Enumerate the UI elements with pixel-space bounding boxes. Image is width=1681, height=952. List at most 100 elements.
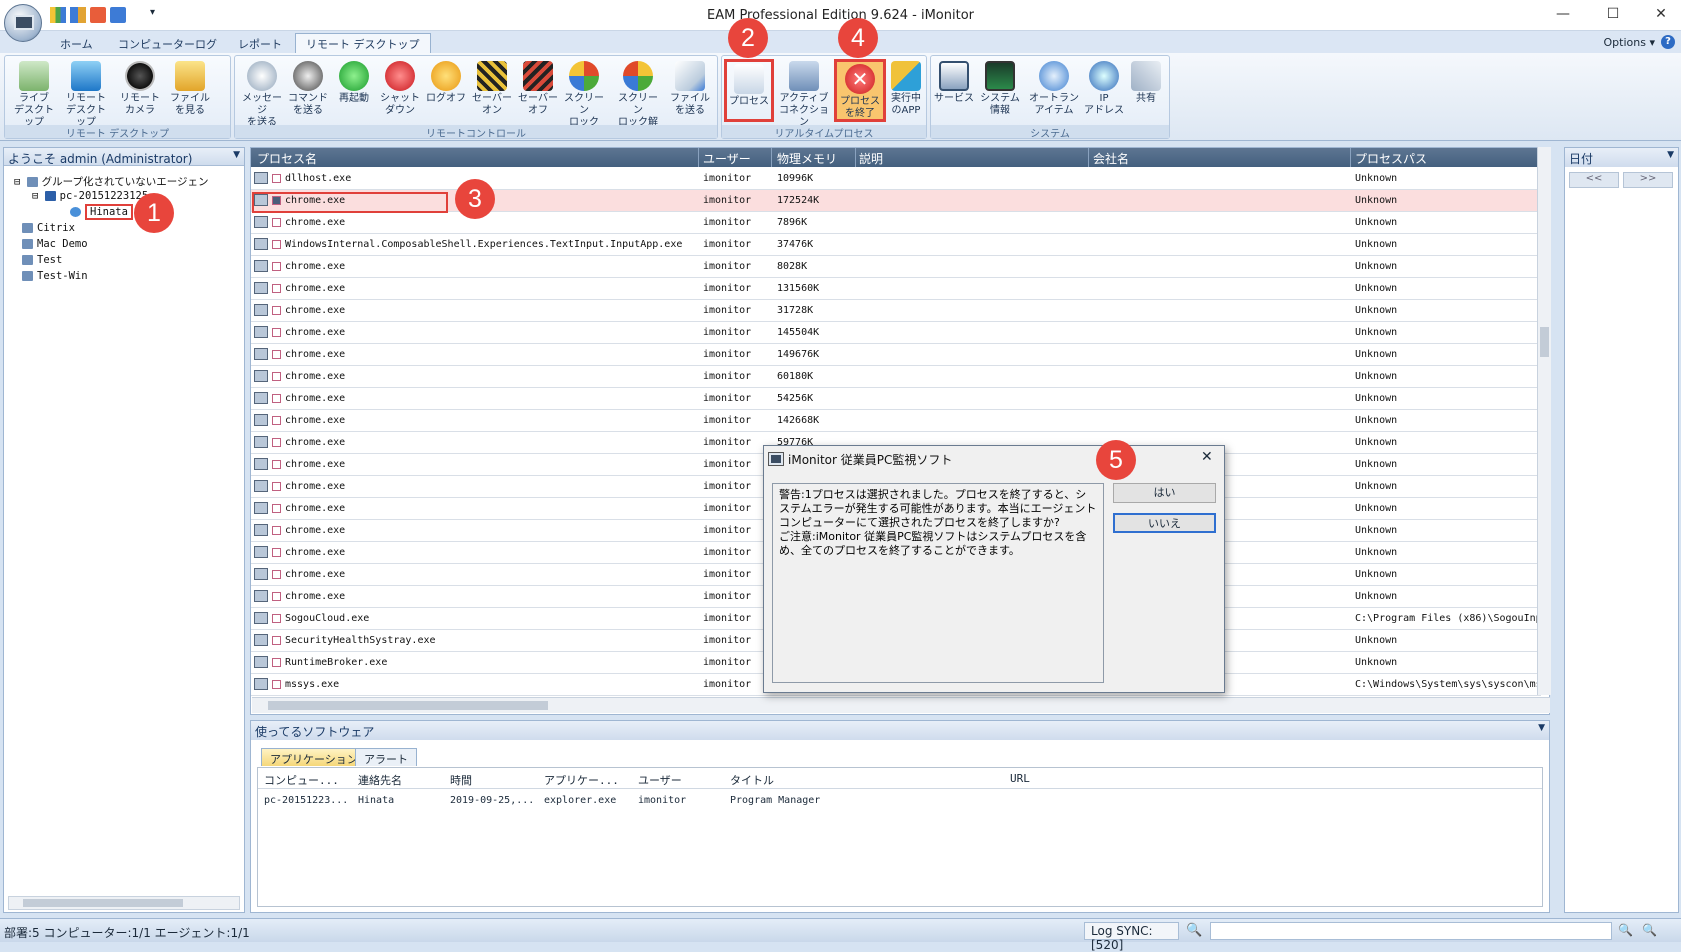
- search-icon[interactable]: 🔍: [1186, 923, 1202, 938]
- row-checkbox[interactable]: [272, 350, 281, 359]
- running-apps-button[interactable]: 実行中 のAPP: [886, 59, 926, 123]
- tree-computer[interactable]: ⊟ pc-20151223125: [32, 190, 148, 202]
- tab-alerts[interactable]: アラート: [355, 748, 417, 766]
- tree-group-test[interactable]: Test: [22, 254, 62, 266]
- live-desktop-button[interactable]: ライブ デスクトップ: [11, 59, 57, 128]
- zoom-out-icon[interactable]: 🔍: [1618, 923, 1633, 937]
- row-checkbox[interactable]: [272, 416, 281, 425]
- options-menu[interactable]: Options ▾: [1604, 36, 1655, 49]
- table-row[interactable]: chrome.exe imonitor 149676K Unknown: [251, 344, 1541, 366]
- row-checkbox[interactable]: [272, 438, 281, 447]
- dropdown-icon[interactable]: ▼: [1667, 150, 1674, 160]
- row-checkbox[interactable]: [272, 218, 281, 227]
- row-checkbox[interactable]: [272, 372, 281, 381]
- row-checkbox[interactable]: [272, 570, 281, 579]
- tab-applications[interactable]: アプリケーション: [261, 748, 367, 766]
- close-window-button[interactable]: ✕: [1646, 6, 1676, 26]
- table-row[interactable]: chrome.exe imonitor 8028K Unknown: [251, 256, 1541, 278]
- tab-computer-log[interactable]: コンピューターログ: [108, 34, 227, 53]
- row-checkbox[interactable]: [272, 328, 281, 337]
- table-row[interactable]: dllhost.exe imonitor 10996K Unknown: [251, 168, 1541, 190]
- logoff-button[interactable]: ログオフ: [423, 59, 469, 123]
- prev-date-button[interactable]: <<: [1569, 172, 1619, 188]
- active-connection-button[interactable]: アクティブ コネクション: [778, 59, 830, 128]
- alert-icon[interactable]: [90, 7, 106, 23]
- services-button[interactable]: サービス: [931, 59, 977, 123]
- col-user[interactable]: ユーザー: [638, 772, 682, 788]
- row-checkbox[interactable]: [272, 636, 281, 645]
- help-icon[interactable]: ?: [1661, 35, 1675, 49]
- grid-hscrollbar[interactable]: [252, 697, 1550, 713]
- col-title[interactable]: タイトル: [730, 772, 774, 788]
- scroll-thumb[interactable]: [1540, 327, 1549, 357]
- monitor-icon[interactable]: [110, 7, 126, 23]
- ip-address-button[interactable]: IP アドレス: [1081, 59, 1127, 123]
- row-checkbox[interactable]: [272, 394, 281, 403]
- remote-desktop-button[interactable]: リモート デスクトップ: [63, 59, 109, 128]
- minimize-button[interactable]: —: [1548, 6, 1578, 26]
- col-url[interactable]: URL: [1010, 772, 1030, 785]
- row-checkbox[interactable]: [272, 284, 281, 293]
- table-row[interactable]: chrome.exe imonitor 31728K Unknown: [251, 300, 1541, 322]
- tree-group-mac-demo[interactable]: Mac Demo: [22, 238, 88, 250]
- process-button[interactable]: プロセス: [724, 59, 774, 122]
- scroll-thumb[interactable]: [268, 701, 548, 710]
- yes-button[interactable]: はい: [1113, 483, 1216, 503]
- tree-group-ungrouped[interactable]: ⊟ グループ化されていないエージェン: [14, 174, 209, 189]
- send-command-button[interactable]: コマンド を送る: [285, 59, 331, 123]
- kill-process-button[interactable]: ✕ プロセス を終了: [834, 59, 886, 122]
- col-contact[interactable]: 連絡先名: [358, 772, 402, 788]
- grid-vscrollbar[interactable]: [1537, 147, 1551, 695]
- table-row[interactable]: chrome.exe imonitor 60180K Unknown: [251, 366, 1541, 388]
- zoom-in-icon[interactable]: 🔍: [1642, 923, 1657, 937]
- col-process-name[interactable]: プロセス名: [257, 150, 317, 167]
- col-application[interactable]: アプリケー...: [544, 772, 619, 788]
- qat-dropdown-icon[interactable]: ▾: [150, 7, 155, 18]
- table-row[interactable]: chrome.exe imonitor 131560K Unknown: [251, 278, 1541, 300]
- send-message-button[interactable]: メッセージ を送る: [239, 59, 285, 128]
- send-file-button[interactable]: ファイル を送る: [667, 59, 713, 123]
- dialog-close-button[interactable]: ✕: [1201, 449, 1213, 465]
- report-icon[interactable]: [70, 7, 86, 23]
- tree-group-test-win[interactable]: Test-Win: [22, 270, 88, 282]
- row-checkbox[interactable]: [272, 614, 281, 623]
- table-row[interactable]: chrome.exe imonitor 145504K Unknown: [251, 322, 1541, 344]
- row-checkbox[interactable]: [272, 658, 281, 667]
- saver-off-button[interactable]: セーバー オフ: [515, 59, 561, 123]
- restart-button[interactable]: 再起動: [331, 59, 377, 123]
- autorun-items-button[interactable]: オートラン アイテム: [1027, 59, 1081, 123]
- col-memory[interactable]: 物理メモリ: [777, 150, 837, 167]
- row-checkbox[interactable]: [272, 548, 281, 557]
- next-date-button[interactable]: >>: [1623, 172, 1673, 188]
- row-checkbox[interactable]: [272, 592, 281, 601]
- row-checkbox[interactable]: [272, 240, 281, 249]
- screen-unlock-button[interactable]: スクリーン ロック解除: [615, 59, 661, 140]
- maximize-button[interactable]: ☐: [1598, 6, 1628, 26]
- table-row[interactable]: chrome.exe imonitor 54256K Unknown: [251, 388, 1541, 410]
- view-files-button[interactable]: ファイル を見る: [167, 59, 213, 123]
- table-row[interactable]: WindowsInternal.ComposableShell.Experien…: [251, 234, 1541, 256]
- chart-icon[interactable]: [50, 7, 66, 23]
- remote-camera-button[interactable]: リモート カメラ: [117, 59, 163, 123]
- col-description[interactable]: 説明: [859, 150, 883, 167]
- tab-home[interactable]: ホーム: [50, 34, 103, 53]
- tree-agent-hinata[interactable]: Hinata: [70, 204, 133, 220]
- tree-group-citrix[interactable]: Citrix: [22, 222, 75, 234]
- dropdown-icon[interactable]: ▼: [1538, 723, 1545, 733]
- row-checkbox[interactable]: [272, 482, 281, 491]
- row-checkbox[interactable]: [272, 526, 281, 535]
- col-process-path[interactable]: プロセスパス: [1355, 150, 1427, 167]
- screen-lock-button[interactable]: スクリーン ロック: [561, 59, 607, 128]
- saver-on-button[interactable]: セーバー オン: [469, 59, 515, 123]
- row-checkbox[interactable]: [272, 460, 281, 469]
- row-checkbox[interactable]: [272, 680, 281, 689]
- scroll-thumb[interactable]: [23, 899, 183, 907]
- table-row[interactable]: chrome.exe imonitor 7896K Unknown: [251, 212, 1541, 234]
- search-input[interactable]: [1210, 922, 1612, 940]
- col-computer[interactable]: コンピュー...: [264, 772, 339, 788]
- table-row[interactable]: chrome.exe imonitor 142668K Unknown: [251, 410, 1541, 432]
- col-user[interactable]: ユーザー: [703, 150, 751, 167]
- col-company[interactable]: 会社名: [1093, 150, 1129, 167]
- tab-remote-desktop[interactable]: リモート デスクトップ: [295, 33, 431, 54]
- share-button[interactable]: 共有: [1123, 59, 1169, 123]
